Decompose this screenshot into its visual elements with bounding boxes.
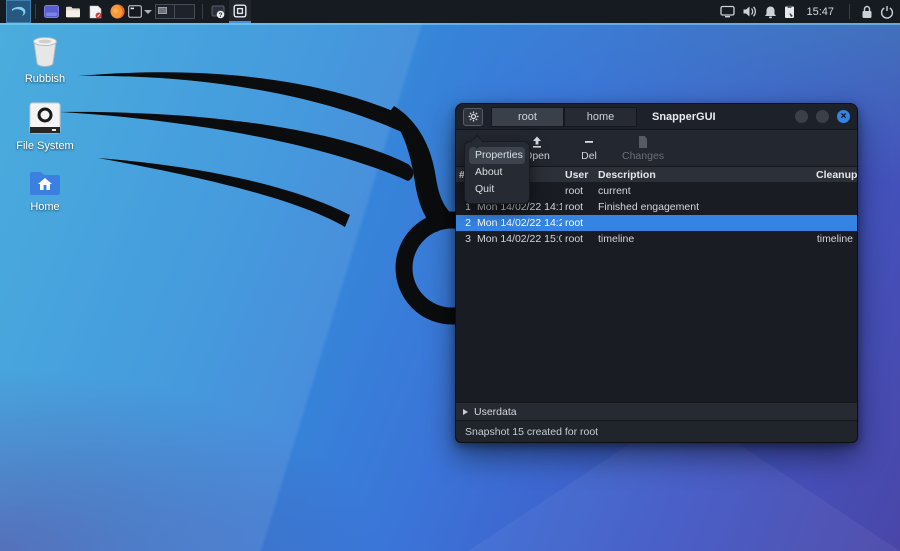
gear-icon <box>468 111 479 122</box>
system-tray: 15:47 <box>720 4 894 19</box>
terminal-icon <box>128 5 142 18</box>
svg-text:?: ? <box>218 12 222 19</box>
display-icon[interactable] <box>720 5 735 18</box>
menu-item-about[interactable]: About <box>469 164 525 181</box>
taskbar: ? 15:47 <box>0 0 900 23</box>
tab-home[interactable]: home <box>564 107 637 127</box>
status-text: Snapshot 15 created for root <box>465 426 598 438</box>
app-menu-button[interactable] <box>463 108 483 126</box>
userdata-label: Userdata <box>474 406 517 418</box>
desktop-icon-label: Home <box>30 201 59 213</box>
table-row-selected[interactable]: 2 Mon 14/02/22 14:24 root <box>456 215 857 231</box>
notifications-bell-icon[interactable] <box>764 5 777 19</box>
cell-description: timeline <box>595 233 813 245</box>
window-title: SnapperGUI <box>652 111 716 123</box>
folder-icon <box>65 6 81 18</box>
cell-date: Mon 14/02/22 14:24 <box>474 217 562 229</box>
expander-triangle-icon <box>463 409 468 415</box>
wallpaper-highlight-strip <box>0 23 900 25</box>
clipboard-icon[interactable] <box>784 5 795 19</box>
help-window-icon: ? <box>211 5 226 19</box>
workspace-window-thumb <box>158 7 167 14</box>
userdata-expander[interactable]: Userdata <box>456 402 857 420</box>
status-bar: Snapshot 15 created for root <box>456 420 857 442</box>
display-launcher-icon <box>44 5 59 18</box>
cell-cleanup: timeline <box>813 233 857 245</box>
menu-item-properties[interactable]: Properties <box>469 147 525 164</box>
workspace-2[interactable] <box>175 4 195 19</box>
cell-date: Mon 14/02/22 15:00 <box>474 233 562 245</box>
cell-user: root <box>562 217 595 229</box>
cell-description: Finished engagement <box>595 201 813 213</box>
minus-icon <box>582 135 596 149</box>
drive-icon <box>27 102 63 136</box>
launcher-display[interactable] <box>40 0 62 23</box>
document-icon <box>89 5 102 19</box>
desktop-icon-home[interactable]: Home <box>28 169 62 213</box>
taskbar-window-snappergui[interactable] <box>229 0 251 23</box>
minimize-button[interactable] <box>795 110 808 123</box>
workspace-1[interactable] <box>155 4 175 19</box>
snappergui-window-icon <box>233 4 247 18</box>
snapshot-list[interactable]: root current 1 Mon 14/02/22 14:14 root F… <box>456 183 857 402</box>
open-upload-icon <box>530 135 544 149</box>
power-icon[interactable] <box>880 5 894 19</box>
applications-menu-button[interactable] <box>6 0 31 23</box>
volume-icon[interactable] <box>742 5 757 18</box>
taskbar-separator <box>849 4 850 19</box>
menu-item-quit[interactable]: Quit <box>469 181 525 198</box>
cell-user: root <box>562 201 595 213</box>
kali-menu-icon <box>11 5 27 19</box>
changes-button[interactable]: Changes <box>622 135 664 162</box>
delete-button[interactable]: Del <box>570 135 608 162</box>
cell-user: root <box>562 185 595 197</box>
workspace-pager[interactable] <box>155 4 195 19</box>
launcher-terminal[interactable] <box>128 0 152 23</box>
changes-label: Changes <box>622 150 664 162</box>
home-folder-icon <box>28 169 62 197</box>
desktop-icon-label: File System <box>16 140 73 152</box>
close-button[interactable]: × <box>837 110 850 123</box>
taskbar-separator <box>35 4 36 19</box>
taskbar-separator <box>202 4 203 19</box>
lock-icon[interactable] <box>861 5 873 19</box>
firefox-icon <box>110 4 125 19</box>
desktop-icon-label: Rubbish <box>25 73 65 85</box>
tab-root[interactable]: root <box>491 107 564 127</box>
launcher-file-manager[interactable] <box>62 0 84 23</box>
cell-number: 3 <box>456 233 474 245</box>
delete-label: Del <box>581 150 597 162</box>
taskbar-window-help[interactable]: ? <box>207 0 229 23</box>
config-tabs: root home <box>491 107 637 127</box>
launcher-text-editor[interactable] <box>84 0 106 23</box>
col-cleanup[interactable]: Cleanup <box>813 169 857 181</box>
desktop-icon-rubbish[interactable]: Rubbish <box>25 33 65 85</box>
titlebar[interactable]: root home SnapperGUI × <box>456 104 857 130</box>
col-user[interactable]: User <box>562 169 595 181</box>
cell-number: 2 <box>456 217 474 229</box>
col-description[interactable]: Description <box>595 169 813 181</box>
maximize-button[interactable] <box>816 110 829 123</box>
desktop-icons: Rubbish File System Home <box>8 33 82 230</box>
snappergui-window: root home SnapperGUI × Open Del <box>455 103 858 443</box>
chevron-down-icon <box>144 10 152 14</box>
cell-description: current <box>595 185 813 197</box>
window-controls: × <box>795 110 850 123</box>
changes-file-icon <box>636 135 650 149</box>
app-menu-popup: Properties About Quit <box>464 141 530 204</box>
cell-user: root <box>562 233 595 245</box>
trash-icon <box>27 33 63 69</box>
desktop-icon-file-system[interactable]: File System <box>16 102 73 152</box>
launcher-firefox[interactable] <box>106 0 128 23</box>
clock[interactable]: 15:47 <box>806 6 834 18</box>
table-row[interactable]: 3 Mon 14/02/22 15:00 root timeline timel… <box>456 231 857 247</box>
